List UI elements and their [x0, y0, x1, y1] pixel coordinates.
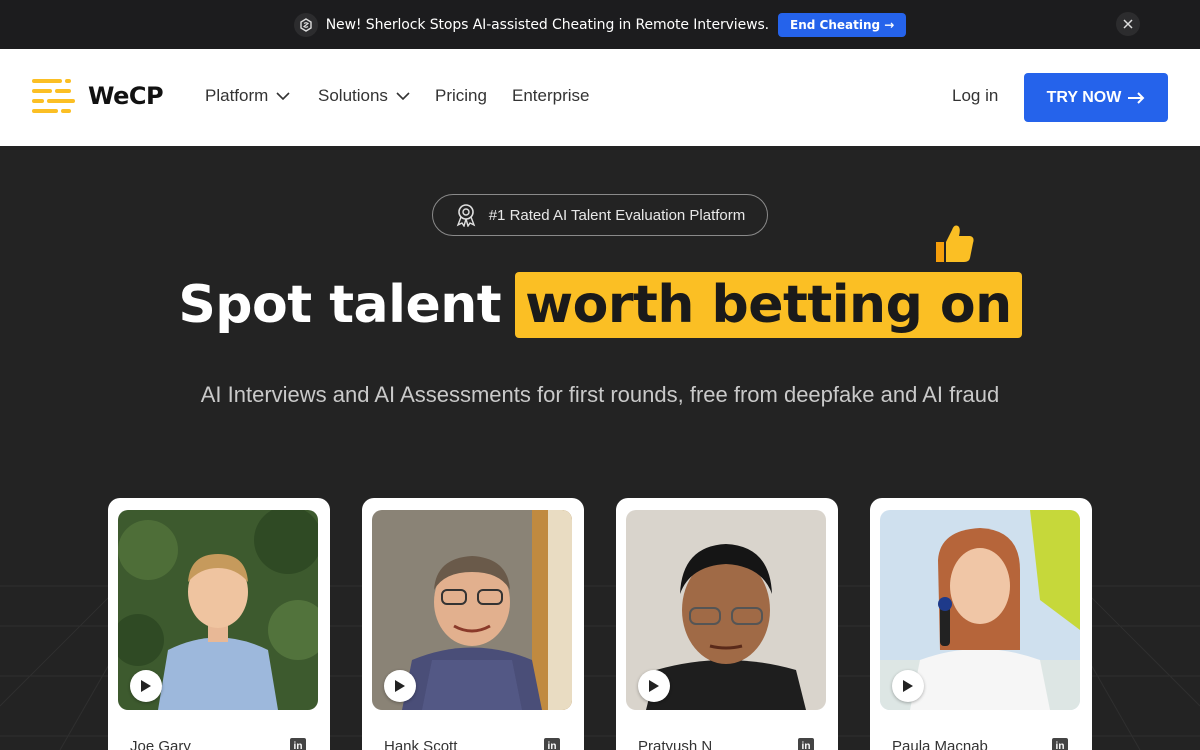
brand-name: WeCP	[88, 82, 164, 110]
testimonial-card[interactable]: Pratyush N in	[616, 498, 838, 750]
person-name: Pratyush N	[638, 738, 713, 750]
nav-platform[interactable]: Platform	[205, 86, 290, 106]
hero-headline: Spot talent worth betting on	[0, 272, 1200, 338]
navbar: WeCP Platform Solutions Pricing Enterpri…	[0, 49, 1200, 146]
chevron-down-icon	[276, 92, 290, 100]
try-now-button[interactable]: TRY NOW	[1024, 73, 1168, 122]
nav-enterprise-label: Enterprise	[512, 86, 590, 105]
arrow-right-icon	[1128, 91, 1145, 104]
announcement-text: New! Sherlock Stops AI-assisted Cheating…	[325, 16, 769, 33]
person-name: Joe Gary	[130, 738, 191, 750]
nav-solutions[interactable]: Solutions	[318, 86, 410, 106]
play-icon[interactable]	[638, 670, 670, 702]
end-cheating-button[interactable]: End Cheating →	[778, 12, 907, 37]
linkedin-icon[interactable]: in	[798, 738, 814, 750]
thumbs-up-icon	[936, 225, 974, 262]
rating-badge: #1 Rated AI Talent Evaluation Platform	[432, 194, 768, 236]
sherlock-icon	[293, 12, 318, 37]
linkedin-icon[interactable]: in	[290, 738, 306, 750]
nav-pricing[interactable]: Pricing	[435, 86, 487, 106]
login-link[interactable]: Log in	[952, 86, 998, 106]
person-name: Hank Scott	[384, 738, 458, 750]
person-name: Paula Macnab	[892, 738, 988, 750]
testimonial-card[interactable]: Hank Scott in	[362, 498, 584, 750]
headline-highlight: worth betting on	[515, 272, 1022, 338]
play-icon[interactable]	[892, 670, 924, 702]
play-icon[interactable]	[130, 670, 162, 702]
logo-icon	[32, 79, 75, 113]
play-icon[interactable]	[384, 670, 416, 702]
nav-enterprise[interactable]: Enterprise	[512, 86, 589, 106]
try-now-label: TRY NOW	[1046, 88, 1122, 106]
announcement-bar: New! Sherlock Stops AI-assisted Cheating…	[0, 0, 1200, 49]
chevron-down-icon	[396, 92, 410, 100]
hero-subheadline: AI Interviews and AI Assessments for fir…	[200, 382, 1000, 407]
nav-platform-label: Platform	[205, 86, 269, 105]
testimonial-card[interactable]: Paula Macnab in	[870, 498, 1092, 750]
nav-solutions-label: Solutions	[318, 86, 388, 105]
logo[interactable]: WeCP	[32, 79, 164, 113]
close-icon[interactable]	[1116, 12, 1140, 36]
linkedin-icon[interactable]: in	[544, 738, 560, 750]
testimonial-card[interactable]: Joe Gary in	[108, 498, 330, 750]
award-icon	[456, 204, 476, 227]
linkedin-icon[interactable]: in	[1052, 738, 1068, 750]
headline-plain: Spot talent	[178, 275, 502, 335]
hero-section: #1 Rated AI Talent Evaluation Platform S…	[0, 146, 1200, 750]
badge-text: #1 Rated AI Talent Evaluation Platform	[488, 206, 746, 224]
nav-pricing-label: Pricing	[435, 86, 487, 105]
